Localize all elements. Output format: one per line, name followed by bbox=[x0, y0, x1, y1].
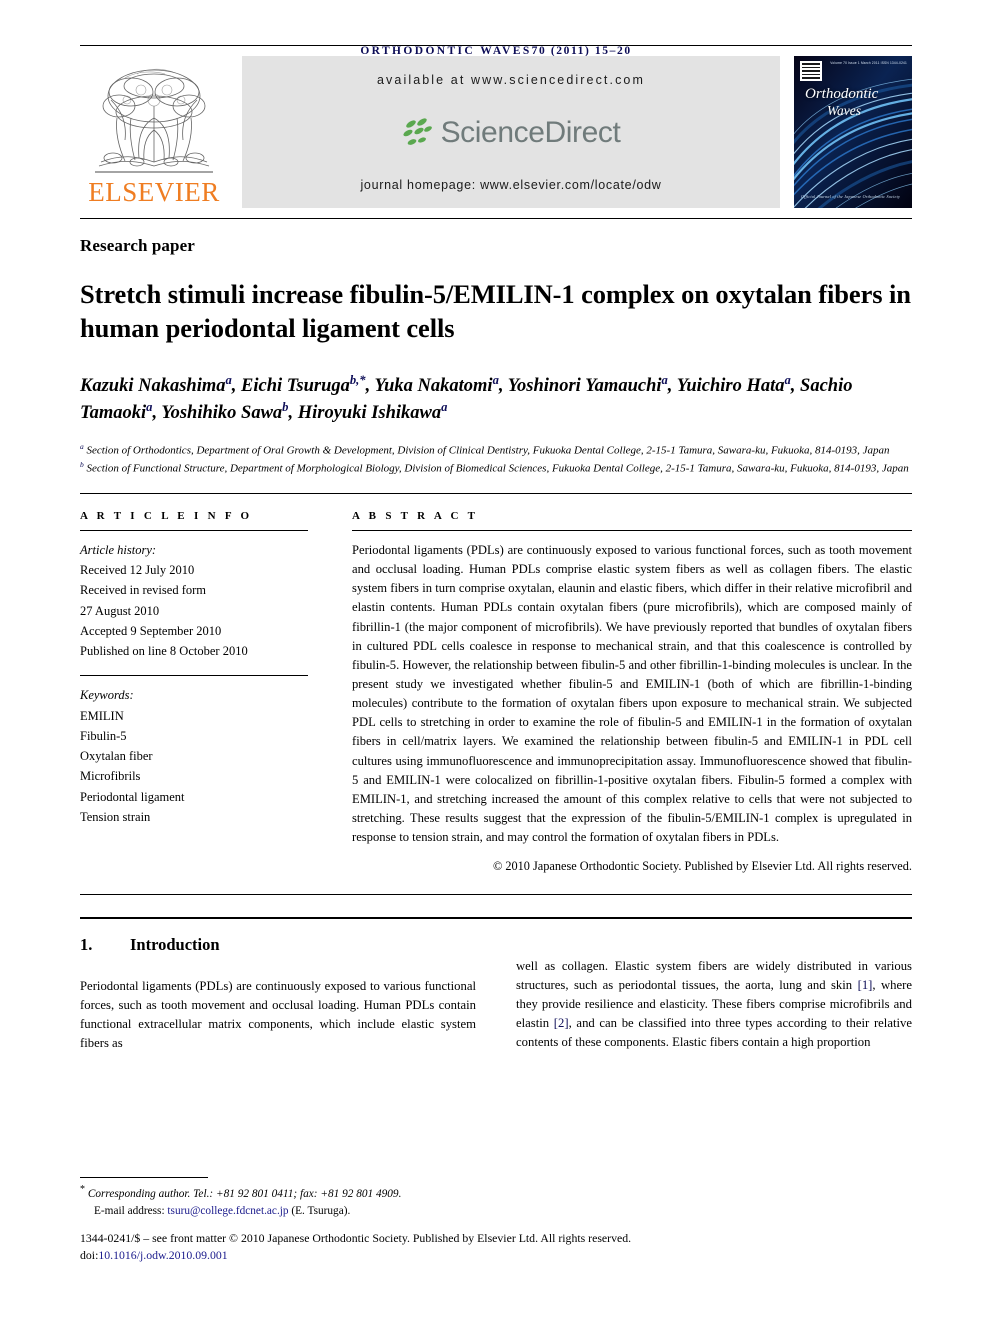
body-gutter bbox=[476, 919, 516, 1053]
author-name: Yuichiro Hata bbox=[676, 375, 785, 396]
author-affiliation-marker: a bbox=[784, 372, 791, 387]
email-label: E-mail address: bbox=[94, 1205, 165, 1218]
masthead: ELSEVIER available at www.sciencedirect.… bbox=[80, 56, 912, 208]
citation-link[interactable]: [2] bbox=[554, 1016, 569, 1030]
running-head: ORTHODONTIC WAVES70 (2011) 15–20 bbox=[80, 0, 912, 57]
cover-publisher-badge bbox=[800, 61, 822, 81]
section-number: 1. bbox=[80, 935, 93, 955]
keyword-item: EMILIN bbox=[80, 708, 124, 723]
author-list: Kazuki Nakashimaa, Eichi Tsurugab,*, Yuk… bbox=[80, 372, 853, 424]
email-link[interactable]: tsuru@college.fdcnet.ac.jp bbox=[167, 1205, 288, 1217]
cover-volume-line: Volume 70 Issue 1 March 2011 ISSN 1344-0… bbox=[830, 61, 907, 65]
journal-article-page: ORTHODONTIC WAVES70 (2011) 15–20 ELSEVIE… bbox=[0, 0, 992, 1323]
cover-title-line2: Waves bbox=[827, 103, 861, 119]
keyword-item: Fibulin-5 bbox=[80, 728, 127, 743]
keywords-block: Keywords: EMILIN Fibulin-5 Oxytalan fiber M… bbox=[80, 685, 308, 827]
journal-cover-thumbnail: Volume 70 Issue 1 March 2011 ISSN 1344-0… bbox=[794, 56, 912, 208]
article-info-heading: A R T I C L E I N F O bbox=[80, 509, 253, 522]
cover-society-line: Official Journal of the Japanese Orthodo… bbox=[801, 194, 901, 199]
footnote-marker: * bbox=[80, 1183, 85, 1195]
section-heading-introduction: 1. Introduction bbox=[80, 935, 476, 955]
affiliation: a Section of Orthodontics, Department of… bbox=[80, 441, 890, 457]
elsevier-tree-icon bbox=[91, 66, 217, 178]
column-gutter bbox=[308, 510, 352, 874]
journal-homepage-text[interactable]: journal homepage: www.elsevier.com/locat… bbox=[360, 178, 661, 192]
article-history-item: Published on line 8 October 2010 bbox=[80, 644, 248, 659]
elsevier-logo: ELSEVIER bbox=[80, 56, 228, 208]
keywords-label: Keywords: bbox=[80, 688, 134, 703]
article-history-item: Received in revised form bbox=[80, 583, 206, 598]
introduction-paragraph-left: Periodontal ligaments (PDLs) are continu… bbox=[80, 979, 476, 1051]
article-history-item: Received 12 July 2010 bbox=[80, 563, 195, 578]
info-top-rule bbox=[80, 492, 912, 494]
sciencedirect-logo[interactable]: ScienceDirect bbox=[402, 116, 621, 150]
keyword-item: Periodontal ligament bbox=[80, 789, 185, 804]
article-info-column: A R T I C L E I N F O Article history: R… bbox=[80, 510, 308, 874]
cover-title: Orthodontic Waves bbox=[805, 86, 878, 119]
abstract-bottom-rule bbox=[80, 894, 912, 896]
keyword-item: Oxytalan fiber bbox=[80, 749, 153, 764]
abstract-copyright: © 2010 Japanese Orthodontic Society. Pub… bbox=[492, 859, 912, 874]
body-column-left: 1. Introduction Periodontal ligaments (P… bbox=[80, 919, 476, 1053]
author-name: Kazuki Nakashima bbox=[80, 375, 226, 396]
body-columns: 1. Introduction Periodontal ligaments (P… bbox=[80, 919, 912, 1053]
author-affiliation-marker: b bbox=[282, 400, 289, 415]
email-line: E-mail address: tsuru@college.fdcnet.ac.… bbox=[80, 1203, 912, 1221]
keyword-item: Microfibrils bbox=[80, 769, 141, 784]
author-affiliation-marker: a bbox=[661, 372, 668, 387]
affiliation-marker: b bbox=[80, 459, 84, 469]
article-type: Research paper bbox=[80, 236, 195, 255]
keyword-item: Tension strain bbox=[80, 809, 151, 824]
author-name: Hiroyuki Ishikawa bbox=[297, 403, 442, 424]
author-affiliation-marker: a bbox=[492, 372, 499, 387]
article-history: Article history: Received 12 July 2010 Re… bbox=[80, 540, 308, 662]
author-name: Yoshihiko Sawa bbox=[161, 403, 283, 424]
doi-label: doi: bbox=[80, 1248, 99, 1263]
author-name: Yuka Nakatomi bbox=[374, 375, 493, 396]
cover-title-line1: Orthodontic bbox=[805, 86, 879, 102]
introduction-paragraph-right: well as collagen. Elastic system fibers … bbox=[516, 959, 912, 1050]
elsevier-wordmark: ELSEVIER bbox=[88, 177, 220, 207]
abstract-rule bbox=[352, 529, 912, 531]
author-name: Yoshinori Yamauchi bbox=[507, 375, 662, 396]
page-footer: * Corresponding author. Tel.: +81 92 801… bbox=[80, 1176, 912, 1265]
author-affiliation-marker: a bbox=[225, 372, 232, 387]
affiliation-marker: a bbox=[80, 441, 84, 451]
doi-link[interactable]: 10.1016/j.odw.2010.09.001 bbox=[98, 1248, 227, 1262]
affiliation: b Section of Functional Structure, Depar… bbox=[80, 459, 909, 475]
abstract-heading: A B S T R A C T bbox=[352, 509, 479, 522]
body-column-right: well as collagen. Elastic system fibers … bbox=[516, 919, 912, 1053]
abstract-column: A B S T R A C T Periodontal ligaments (P… bbox=[352, 510, 912, 874]
article-info-rule bbox=[80, 529, 308, 531]
footnote-rule bbox=[80, 1176, 208, 1178]
sciencedirect-leaf-icon bbox=[402, 117, 432, 145]
article-history-items: Received 12 July 2010 Received in revised… bbox=[80, 560, 308, 661]
keywords-items: EMILIN Fibulin-5 Oxytalan fiber Microfibril… bbox=[80, 706, 308, 828]
author-affiliation-marker: a bbox=[146, 400, 153, 415]
citation-link[interactable]: [1] bbox=[858, 978, 873, 992]
corresponding-author-contact: Tel.: +81 92 801 0411; fax: +81 92 801 4… bbox=[190, 1187, 402, 1200]
abstract-text: Periodontal ligaments (PDLs) are continu… bbox=[352, 542, 912, 845]
email-suffix: (E. Tsuruga). bbox=[288, 1205, 351, 1218]
page-title: Stretch stimuli increase fibulin-5/EMILI… bbox=[80, 279, 911, 343]
affiliation-list: a Section of Orthodontics, Department of… bbox=[80, 441, 912, 477]
masthead-bottom-rule bbox=[80, 218, 912, 219]
section-title: Introduction bbox=[130, 935, 220, 955]
available-at-text: available at www.sciencedirect.com bbox=[376, 73, 645, 87]
sciencedirect-wordmark: ScienceDirect bbox=[440, 115, 621, 149]
author-name: Eichi Tsuruga bbox=[241, 375, 350, 396]
corresponding-author-note: * Corresponding author. Tel.: +81 92 801… bbox=[80, 1182, 912, 1221]
info-abstract-columns: A R T I C L E I N F O Article history: R… bbox=[80, 510, 912, 874]
keywords-rule bbox=[80, 675, 308, 677]
article-history-item: 27 August 2010 bbox=[80, 603, 160, 618]
author-affiliation-marker: b,* bbox=[349, 372, 366, 387]
sciencedirect-banner: available at www.sciencedirect.com Scien… bbox=[242, 56, 780, 208]
corresponding-author-label: Corresponding author. bbox=[87, 1187, 191, 1200]
article-history-item: Accepted 9 September 2010 bbox=[80, 623, 222, 638]
doi-line: doi:10.1016/j.odw.2010.09.001 bbox=[80, 1247, 912, 1265]
issn-copyright-line: 1344-0241/$ – see front matter © 2010 Ja… bbox=[80, 1230, 632, 1245]
author-affiliation-marker: a bbox=[441, 400, 448, 415]
article-history-label: Article history: bbox=[80, 542, 157, 557]
